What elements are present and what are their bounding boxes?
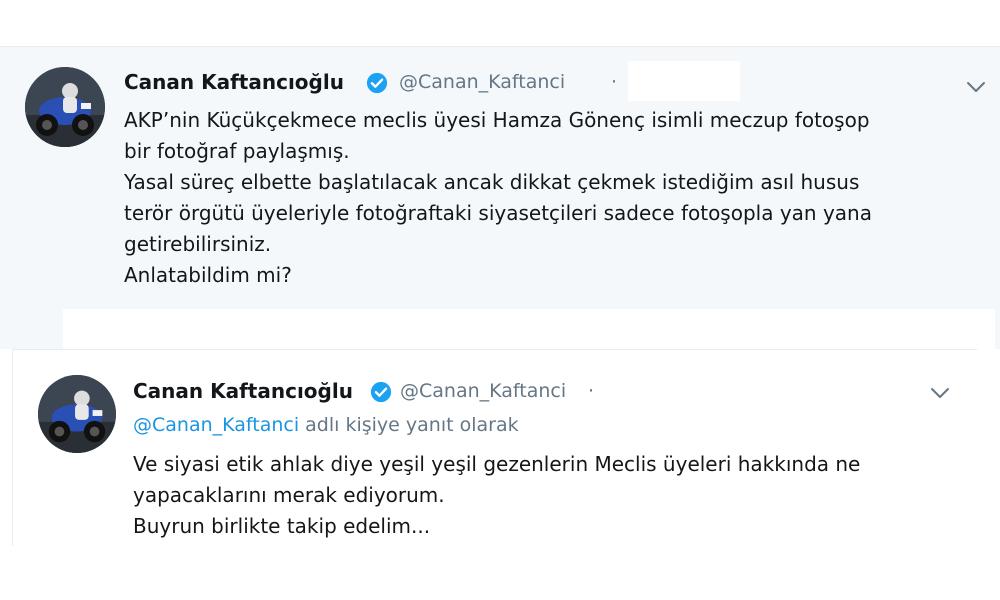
tweet-text-line: terör örgütü üyeleriyle fotoğraftaki siy… (124, 201, 872, 225)
author-name[interactable]: Canan Kaftancıoğlu (133, 379, 353, 403)
reply-context: @Canan_Kaftanci adlı kişiye yanıt olarak (133, 414, 519, 436)
tweet-text-line: Ve siyasi etik ahlak diye yeşil yeşil ge… (133, 452, 861, 476)
tweet-card-main[interactable]: Canan Kaftancıoğlu @Canan_Kaftanci · AKP… (0, 46, 1000, 310)
tweet-text-line: bir fotoğraf paylaşmış. (124, 139, 350, 163)
avatar-image (38, 375, 116, 453)
tweet-text-line: AKP’nin Küçükçekmece meclis üyesi Hamza … (124, 108, 870, 132)
author-name[interactable]: Canan Kaftancıoğlu (124, 70, 344, 94)
divider-white-block (63, 309, 995, 349)
author-handle[interactable]: @Canan_Kaftanci (399, 71, 565, 93)
separator-dot: · (588, 380, 595, 402)
tweet-text-line: Yasal süreç elbette başlatılacak ancak d… (124, 170, 860, 194)
tweet-text-line: getirebilirsiniz. (124, 232, 272, 256)
author-handle[interactable]: @Canan_Kaftanci (400, 380, 566, 402)
chevron-down-icon[interactable] (965, 80, 987, 94)
avatar[interactable] (38, 375, 116, 453)
chevron-down-icon[interactable] (929, 386, 951, 400)
tweet-card-reply[interactable]: Canan Kaftancıoğlu @Canan_Kaftanci · @Ca… (12, 349, 977, 546)
tweet-text-line: yapacaklarını merak ediyorum. (133, 483, 445, 507)
avatar[interactable] (25, 67, 105, 147)
tweet-text-line: Anlatabildim mi? (124, 263, 292, 287)
redacted-timestamp (628, 61, 740, 101)
verified-badge-icon (370, 381, 392, 403)
reply-context-label: adlı kişiye yanıt olarak (299, 414, 519, 436)
avatar-image (25, 67, 105, 147)
separator-dot: · (611, 71, 618, 93)
tweet-text: Ve siyasi etik ahlak diye yeşil yeşil ge… (133, 449, 860, 542)
redacted-timestamp (607, 372, 719, 414)
tweet-text-line: Buyrun birlikte takip edelim... (133, 514, 431, 538)
tweet-text: AKP’nin Küçükçekmece meclis üyesi Hamza … (124, 105, 872, 291)
reply-mention-link[interactable]: @Canan_Kaftanci (133, 414, 299, 436)
verified-badge-icon (366, 72, 388, 94)
